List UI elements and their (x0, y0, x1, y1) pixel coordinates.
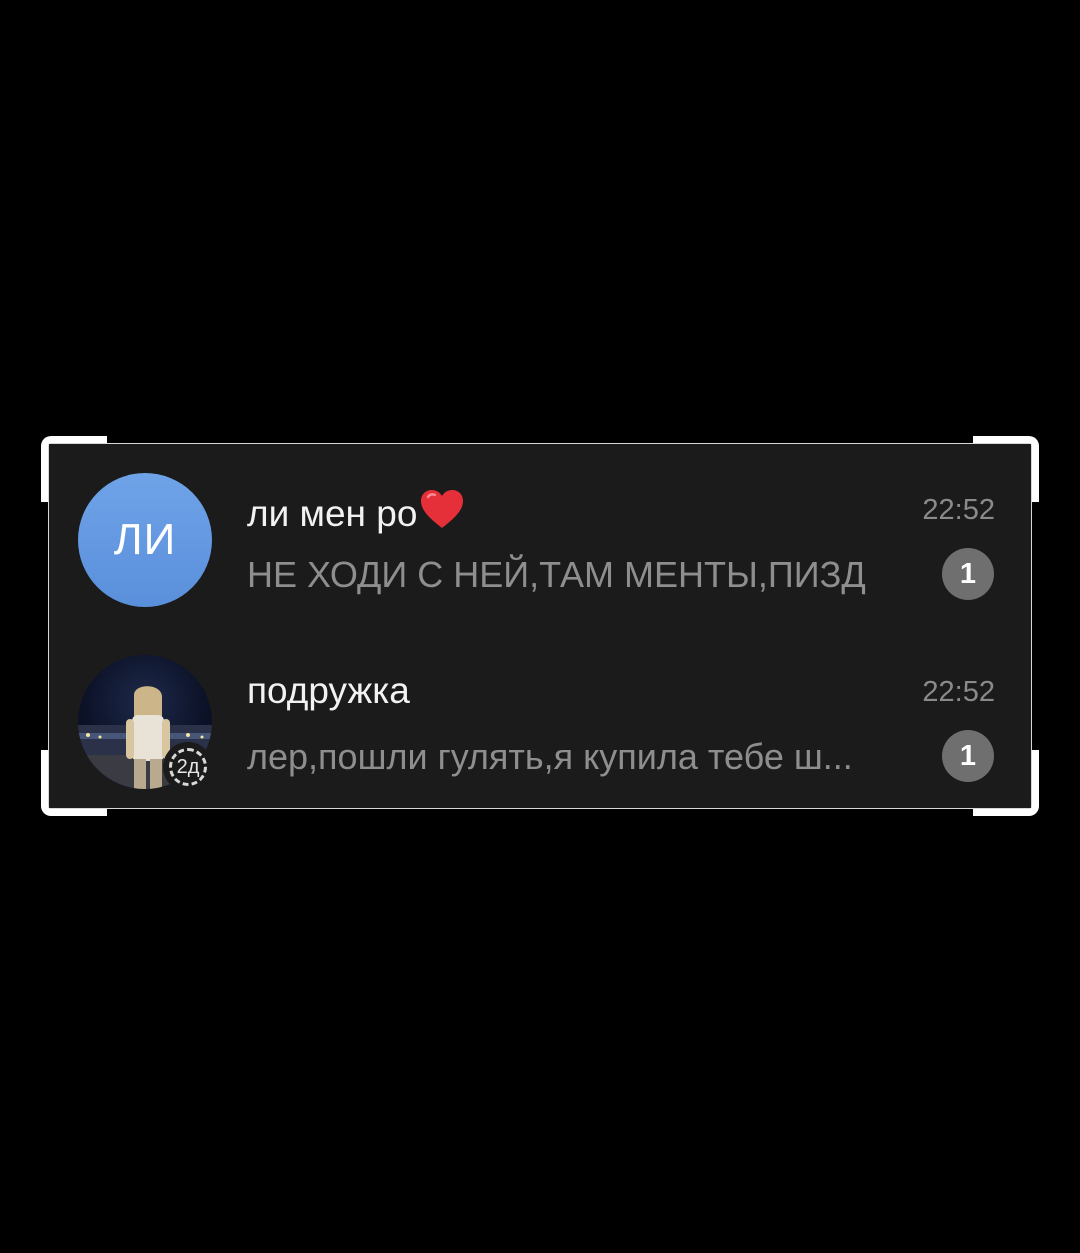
story-age-label: 2д (169, 748, 207, 786)
message-time: 22:52 (922, 676, 995, 708)
unread-count-badge: 1 (942, 548, 994, 600)
heart-emoji-icon (419, 488, 465, 539)
screenshot-stage: ЛИ ли мен ро 22:52 НЕ ХОДИ С НЕЙ,ТАМ МЕН… (0, 0, 1080, 1253)
crop-corner-top-right[interactable] (973, 436, 1039, 502)
message-preview: лер,пошли гулять,я купила тебе ш... (247, 736, 853, 777)
chat-list-item[interactable]: ЛИ ли мен ро 22:52 НЕ ХОДИ С НЕЙ,ТАМ МЕН… (49, 444, 1031, 624)
crop-corner-bottom-left[interactable] (41, 750, 107, 816)
avatar-initials: ЛИ (113, 515, 177, 564)
chat-title: подружка (247, 670, 410, 711)
chat-title: ли мен ро (247, 488, 465, 539)
chat-list-item[interactable]: 2д подружка 22:52 лер,пошли гулять,я куп… (49, 626, 1031, 806)
story-indicator-icon: 2д (163, 742, 213, 792)
chat-list: ЛИ ли мен ро 22:52 НЕ ХОДИ С НЕЙ,ТАМ МЕН… (48, 443, 1032, 809)
crop-corner-bottom-right[interactable] (973, 750, 1039, 816)
crop-corner-top-left[interactable] (41, 436, 107, 502)
chat-title-text: ли мен ро (247, 493, 418, 534)
message-preview: НЕ ХОДИ С НЕЙ,ТАМ МЕНТЫ,ПИЗД (247, 554, 866, 595)
